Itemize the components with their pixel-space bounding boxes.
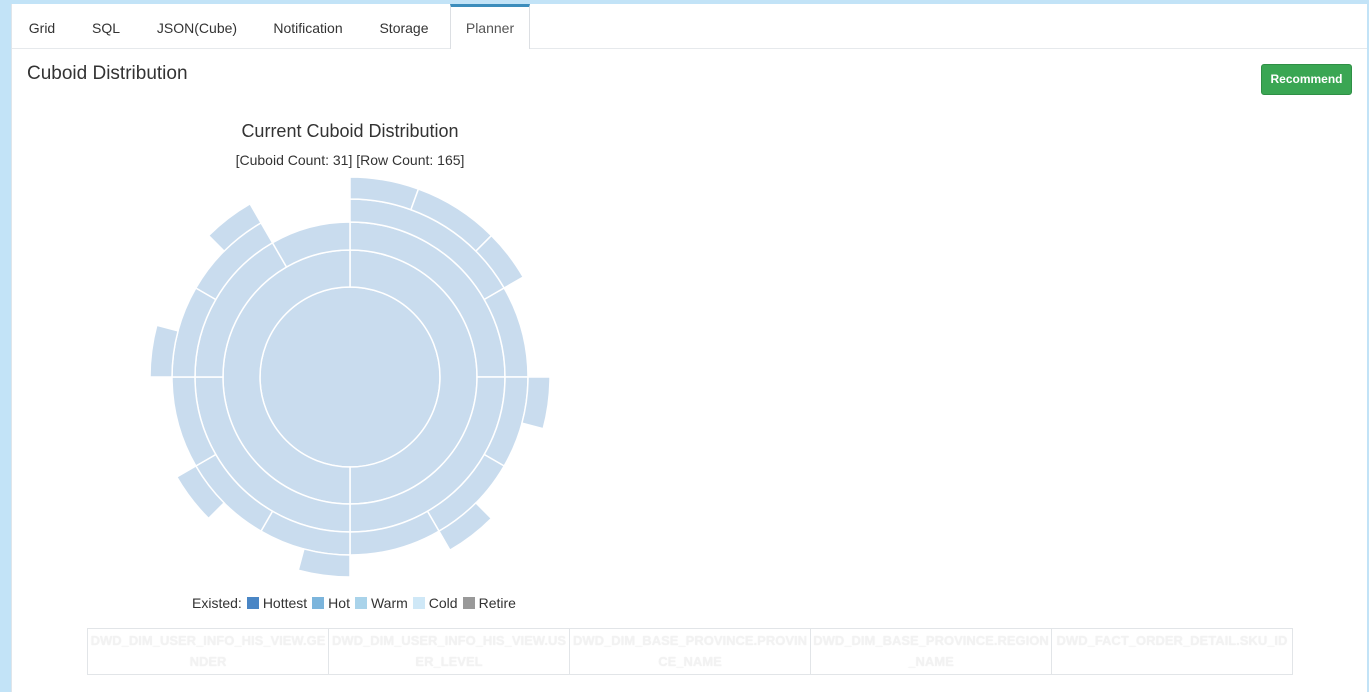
legend-item-cold[interactable]: Cold: [408, 595, 458, 611]
chart-legend: Existed: Hottest Hot Warm Cold Retire: [192, 595, 516, 611]
legend-swatch: [462, 597, 475, 609]
legend-item-retire[interactable]: Retire: [458, 595, 516, 611]
legend-label: Hot: [328, 595, 350, 611]
legend-swatch: [246, 597, 259, 609]
legend-label: Hottest: [262, 595, 308, 611]
dimension-list: DWD_DIM_USER_INFO_HIS_VIEW.GENDER DWD_DI…: [87, 628, 1293, 675]
dimension-cell: DWD_DIM_BASE_PROVINCE.PROVINCE_NAME: [570, 629, 811, 674]
dimension-cell: DWD_DIM_BASE_PROVINCE.REGION_NAME: [811, 629, 1052, 674]
dimension-cell: DWD_DIM_USER_INFO_HIS_VIEW.GENDER: [88, 629, 329, 674]
legend-item-hottest[interactable]: Hottest: [242, 595, 307, 611]
legend-item-hot[interactable]: Hot: [307, 595, 350, 611]
legend-swatch: [354, 597, 367, 609]
legend-label: Retire: [478, 595, 516, 611]
recommend-button[interactable]: Recommend: [1261, 64, 1352, 95]
dimension-cell: DWD_FACT_ORDER_DETAIL.SKU_ID: [1056, 633, 1288, 648]
cuboid-sunburst-chart: [149, 176, 551, 578]
legend-label: Warm: [370, 595, 408, 611]
cube-detail-panel: Grid SQL JSON(Cube) Notification Storage…: [11, 4, 1367, 692]
legend-item-warm[interactable]: Warm: [350, 595, 408, 611]
dimension-cell: DWD_DIM_USER_INFO_HIS_VIEW.USER_LEVEL: [329, 629, 570, 674]
legend-swatch: [312, 597, 325, 609]
legend-label: Cold: [428, 595, 458, 611]
legend-prefix: Existed:: [192, 595, 242, 611]
legend-swatch: [412, 597, 425, 609]
cuboid-segment[interactable]: [259, 286, 441, 468]
